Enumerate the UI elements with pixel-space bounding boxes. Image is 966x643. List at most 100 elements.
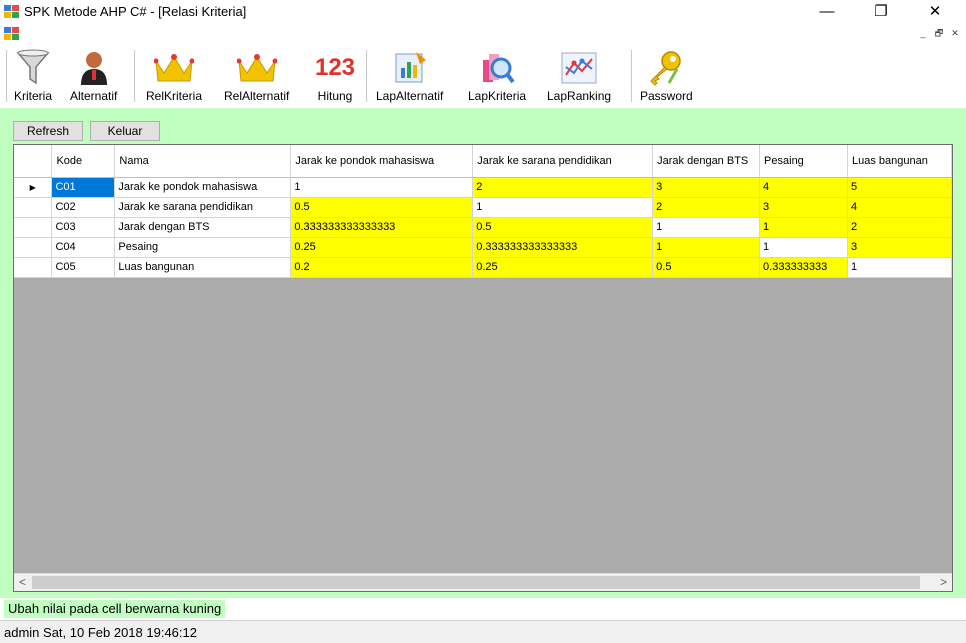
cell-value[interactable]: 0.25 (472, 257, 654, 278)
row-header[interactable] (14, 257, 53, 278)
table-row[interactable]: C05 Luas bangunan 0.2 0.25 0.5 0.3333333… (14, 257, 952, 278)
cell-value[interactable]: 1 (472, 197, 654, 218)
child-window-icon[interactable] (4, 27, 20, 41)
toolbar-separator (631, 50, 632, 102)
minimize-button[interactable]: — (804, 0, 850, 24)
refresh-button[interactable]: Refresh (13, 121, 83, 141)
table-row[interactable]: C03 Jarak dengan BTS 0.333333333333333 0… (14, 217, 952, 238)
hint-message: Ubah nilai pada cell berwarna kuning (4, 600, 226, 618)
cell-value[interactable]: 0.5 (290, 197, 474, 218)
column-header-kode[interactable]: Kode (51, 145, 116, 178)
cell-value[interactable]: 0.2 (290, 257, 474, 278)
column-header-c02[interactable]: Jarak ke sarana pendidikan (472, 145, 654, 178)
cell-value[interactable]: 1 (290, 177, 474, 198)
maximize-button[interactable]: ❐ (858, 0, 904, 24)
cell-kode[interactable]: C03 (51, 217, 116, 238)
lapalternatif-button[interactable]: LapAlternatif (376, 48, 443, 104)
child-restore-button[interactable]: 🗗 (932, 26, 946, 40)
title-bar: SPK Metode AHP C# - [Relasi Kriteria] — … (0, 0, 966, 24)
hitung-label: Hitung (317, 89, 353, 103)
column-header-c03[interactable]: Jarak dengan BTS (652, 145, 761, 178)
cell-value[interactable]: 1 (652, 217, 761, 238)
toolbar: Kriteria Alternatif RelKriteria RelAlter… (0, 44, 966, 109)
mdi-menu-strip: _ 🗗 ✕ (0, 24, 966, 44)
cell-value[interactable]: 1 (652, 237, 761, 258)
cell-nama[interactable]: Pesaing (114, 237, 292, 258)
cell-value-editable[interactable]: 1 (759, 217, 849, 238)
current-row-indicator-icon[interactable]: ▶ (14, 177, 53, 198)
kriteria-button[interactable]: Kriteria (12, 48, 54, 104)
scroll-left-icon[interactable]: < (14, 574, 31, 591)
cell-value-editable[interactable]: 4 (847, 197, 952, 218)
cell-value-editable[interactable]: 4 (759, 177, 849, 198)
password-button[interactable]: Password (640, 48, 693, 104)
alternatif-label: Alternatif (70, 89, 118, 103)
toolbar-grip (6, 50, 7, 102)
row-header[interactable] (14, 197, 53, 218)
table-row[interactable]: ▶ C01 Jarak ke pondok mahasiswa 1 2 3 4 … (14, 177, 952, 198)
cell-value[interactable]: 1 (847, 257, 952, 278)
column-header-c04[interactable]: Pesaing (759, 145, 849, 178)
cell-value-editable[interactable]: 3 (847, 237, 952, 258)
row-header-corner (14, 145, 53, 178)
cell-nama[interactable]: Jarak dengan BTS (114, 217, 292, 238)
cell-kode[interactable]: C01 (51, 177, 116, 198)
report-chart-icon (389, 48, 431, 88)
cell-value-editable[interactable]: 2 (472, 177, 654, 198)
key-icon (645, 48, 687, 88)
cell-nama[interactable]: Jarak ke sarana pendidikan (114, 197, 292, 218)
toolbar-separator (134, 50, 135, 102)
column-header-c05[interactable]: Luas bangunan (847, 145, 952, 178)
cell-value-editable[interactable]: 3 (652, 177, 761, 198)
cell-value[interactable]: 0.333333333 (759, 257, 849, 278)
table-row[interactable]: C02 Jarak ke sarana pendidikan 0.5 1 2 3… (14, 197, 952, 218)
cell-value[interactable]: 0.333333333333333 (290, 217, 474, 238)
column-header-c01[interactable]: Jarak ke pondok mahasiswa (290, 145, 474, 178)
cell-kode[interactable]: C04 (51, 237, 116, 258)
window-title: SPK Metode AHP C# - [Relasi Kriteria] (24, 4, 247, 19)
column-header-nama[interactable]: Nama (114, 145, 292, 178)
cell-value-editable[interactable]: 3 (759, 197, 849, 218)
cell-value[interactable]: 1 (759, 237, 849, 258)
cell-kode[interactable]: C02 (51, 197, 116, 218)
row-header[interactable] (14, 237, 53, 258)
cell-value-editable[interactable]: 2 (847, 217, 952, 238)
relkriteria-button[interactable]: RelKriteria (146, 48, 202, 104)
status-strip: Ubah nilai pada cell berwarna kuning (0, 598, 966, 620)
kriteria-label: Kriteria (13, 89, 52, 103)
data-grid[interactable]: Kode Nama Jarak ke pondok mahasiswa Jara… (13, 144, 953, 592)
numbers-icon: 123 (314, 54, 356, 81)
lapkriteria-button[interactable]: LapKriteria (468, 48, 526, 104)
hitung-button[interactable]: 123 Hitung (314, 48, 356, 104)
horizontal-scrollbar[interactable]: < > (14, 573, 952, 591)
cell-value-editable[interactable]: 2 (652, 197, 761, 218)
relkriteria-label: RelKriteria (146, 89, 203, 103)
cell-value[interactable]: 0.5 (472, 217, 654, 238)
cell-nama[interactable]: Luas bangunan (114, 257, 292, 278)
user-icon (73, 48, 115, 88)
crown-icon (153, 48, 195, 88)
line-chart-icon (558, 48, 600, 88)
relalternatif-button[interactable]: RelAlternatif (224, 48, 289, 104)
alternatif-button[interactable]: Alternatif (70, 48, 117, 104)
lapranking-button[interactable]: LapRanking (547, 48, 611, 104)
cell-value[interactable]: 0.333333333333333 (472, 237, 654, 258)
close-button[interactable]: ✕ (912, 0, 958, 24)
cell-nama[interactable]: Jarak ke pondok mahasiswa (114, 177, 292, 198)
cell-kode[interactable]: C05 (51, 257, 116, 278)
password-label: Password (640, 89, 693, 103)
cell-value[interactable]: 0.5 (652, 257, 761, 278)
row-header[interactable] (14, 217, 53, 238)
status-bar: admin Sat, 10 Feb 2018 19:46:12 (0, 620, 966, 643)
table-row[interactable]: C04 Pesaing 0.25 0.333333333333333 1 1 3 (14, 237, 952, 258)
toolbar-separator (366, 50, 367, 102)
main-panel: Refresh Keluar Kode Nama Jarak ke pondok… (0, 108, 966, 598)
scrollbar-thumb[interactable] (32, 576, 920, 589)
keluar-button[interactable]: Keluar (90, 121, 160, 141)
child-minimize-button[interactable]: _ (916, 26, 930, 40)
lapkriteria-label: LapKriteria (468, 89, 527, 103)
scroll-right-icon[interactable]: > (935, 574, 952, 591)
child-close-button[interactable]: ✕ (948, 26, 962, 40)
cell-value[interactable]: 0.25 (290, 237, 474, 258)
cell-value-editable[interactable]: 5 (847, 177, 952, 198)
